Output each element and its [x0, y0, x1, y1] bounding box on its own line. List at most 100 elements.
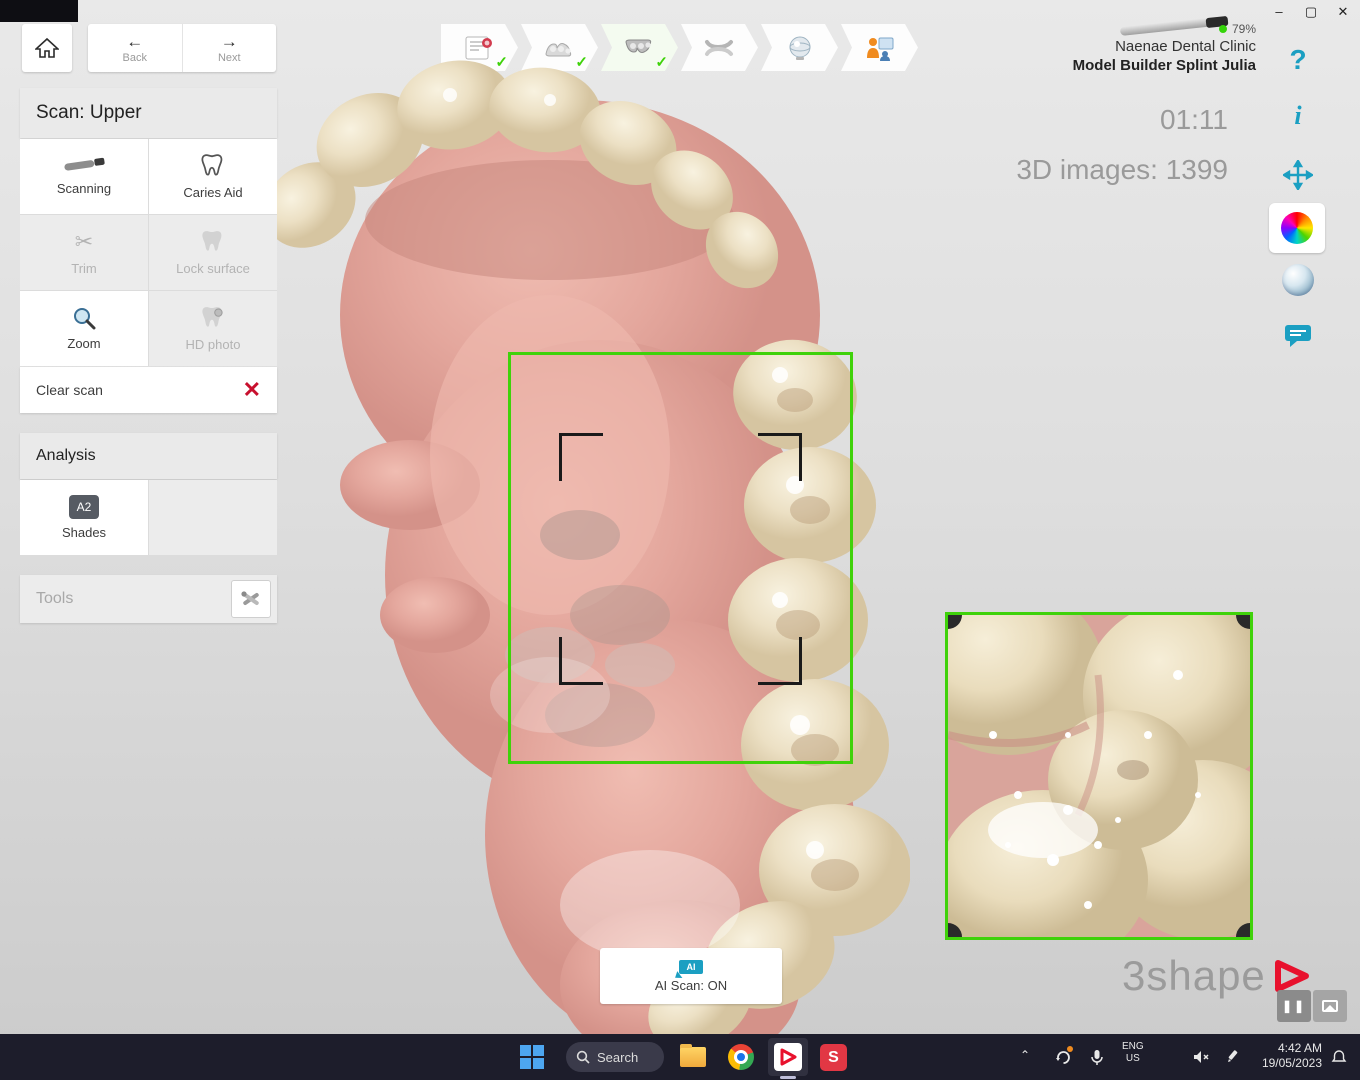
start-button[interactable] [520, 1045, 544, 1069]
update-badge [1067, 1046, 1073, 1052]
hd-photo-icon [200, 305, 226, 331]
focus-bracket-top-right [758, 433, 802, 481]
tools-section: Tools [20, 575, 277, 623]
help-icon: ? [1289, 44, 1306, 76]
zoom-label: Zoom [67, 336, 100, 351]
tray-chevron-icon[interactable]: ⌃ [1020, 1048, 1030, 1062]
3shape-app-button[interactable] [768, 1038, 808, 1076]
feedback-button[interactable] [1278, 316, 1318, 356]
texture-toggle-button[interactable] [1278, 260, 1318, 300]
notification-bell-icon[interactable] [1328, 1046, 1350, 1068]
brand-logo-triangle-icon [1272, 959, 1312, 993]
move-view-button[interactable] [1278, 155, 1318, 195]
next-arrow-icon: → [221, 33, 238, 51]
active-app-indicator [780, 1076, 796, 1079]
clear-scan-button[interactable]: Clear scan ✕ [20, 367, 277, 413]
ai-scan-toggle[interactable]: AI AI Scan: ON [600, 948, 782, 1004]
shades-button[interactable]: A2 Shades [20, 480, 148, 555]
shades-label: Shades [62, 525, 106, 540]
volume-tray-icon[interactable] [1190, 1046, 1212, 1068]
pause-scan-button[interactable]: ❚❚ [1277, 990, 1311, 1022]
back-button[interactable]: ← Back [88, 24, 182, 72]
clear-scan-x-icon: ✕ [243, 379, 261, 401]
ai-scan-label: AI Scan: ON [655, 978, 727, 993]
camera-feed-image [948, 615, 1250, 937]
pause-icon: ❚❚ [1282, 999, 1306, 1013]
scanning-button[interactable]: Scanning [20, 139, 148, 214]
analysis-section-title: Analysis [20, 433, 277, 479]
window-corner [0, 0, 78, 22]
clinic-name: Naenae Dental Clinic [1073, 38, 1256, 55]
clock-date: 19/05/2023 [1262, 1056, 1322, 1071]
back-label: Back [123, 52, 147, 64]
app-window: { "window": { "minimize": "–", "maximize… [0, 0, 1360, 1080]
zoom-magnifier-icon [72, 306, 96, 330]
focus-bracket-bottom-left [559, 637, 603, 685]
3shape-app-icon [774, 1043, 802, 1071]
panel-title: Scan: Upper [20, 88, 277, 138]
clock-time: 4:42 AM [1262, 1041, 1322, 1056]
pen-tray-icon[interactable] [1222, 1046, 1244, 1068]
brand-logo-text: 3shape [1122, 952, 1266, 1000]
lock-surface-label: Lock surface [176, 261, 250, 276]
s-app-button[interactable]: S [820, 1044, 847, 1071]
ai-scan-icon: AI [679, 960, 703, 974]
scanner-battery-icon [1219, 25, 1227, 33]
chat-bubble-icon [1283, 323, 1313, 349]
focus-bracket-bottom-right [758, 637, 802, 685]
taskbar-clock[interactable]: 4:42 AM 19/05/2023 [1262, 1041, 1322, 1071]
snapshot-icon [1322, 1000, 1338, 1012]
scan-panel: Scan: Upper Scanning Caries Aid ✂ Trim L… [20, 88, 277, 623]
caries-tooth-icon [200, 153, 226, 179]
scissors-icon: ✂ [75, 229, 93, 255]
next-label: Next [218, 52, 241, 64]
hd-photo-button[interactable]: HD photo [149, 291, 277, 366]
home-icon [35, 37, 59, 59]
taskbar-search[interactable]: Search [566, 1042, 664, 1072]
search-icon [576, 1050, 590, 1064]
case-name: Model Builder Splint Julia [1073, 57, 1256, 74]
language-switcher[interactable]: ENG US [1122, 1041, 1144, 1065]
caries-aid-label: Caries Aid [183, 185, 242, 200]
color-tool-button[interactable] [1269, 203, 1325, 253]
scanner-battery-percent: 79% [1232, 22, 1256, 36]
focus-bracket-top-left [559, 433, 603, 481]
media-controls: ❚❚ [1277, 990, 1347, 1022]
info-icon: i [1294, 101, 1301, 131]
help-button[interactable]: ? [1278, 40, 1318, 80]
taskbar: Search S ⌃ ENG US 4:42 AM 19/05/2023 [0, 1034, 1360, 1080]
trim-button[interactable]: ✂ Trim [20, 215, 148, 290]
scan-timer: 01:11 [1160, 104, 1228, 136]
chrome-button[interactable] [728, 1044, 754, 1070]
nav-card: ← Back → Next [88, 24, 276, 72]
home-button[interactable] [22, 24, 72, 72]
lock-surface-icon [200, 229, 226, 255]
language-top: ENG [1122, 1041, 1144, 1053]
close-button[interactable]: ✕ [1332, 2, 1354, 22]
minimize-button[interactable]: – [1268, 2, 1290, 22]
scanning-label: Scanning [57, 181, 111, 196]
scanner-icon [62, 157, 106, 175]
active-scan-frame [508, 352, 853, 764]
info-button[interactable]: i [1278, 96, 1318, 136]
case-info: 79% Naenae Dental Clinic Model Builder S… [1073, 22, 1256, 74]
sphere-icon [1282, 264, 1314, 296]
clear-scan-label: Clear scan [36, 382, 103, 398]
tools-button[interactable] [231, 580, 271, 618]
update-tray-icon[interactable] [1052, 1046, 1074, 1068]
hd-photo-label: HD photo [186, 337, 241, 352]
caries-aid-button[interactable]: Caries Aid [149, 139, 277, 214]
snapshot-button[interactable] [1313, 990, 1347, 1022]
file-explorer-button[interactable] [680, 1047, 706, 1067]
back-arrow-icon: ← [126, 33, 143, 51]
language-bottom: US [1122, 1053, 1144, 1065]
color-wheel-icon [1281, 212, 1313, 244]
search-label: Search [597, 1050, 638, 1065]
trim-label: Trim [71, 261, 97, 276]
maximize-button[interactable]: ▢ [1300, 2, 1322, 22]
scan-image-count: 3D images: 1399 [1016, 154, 1228, 186]
lock-surface-button[interactable]: Lock surface [149, 215, 277, 290]
microphone-tray-icon[interactable] [1086, 1046, 1108, 1068]
live-camera-preview [945, 612, 1253, 940]
zoom-button[interactable]: Zoom [20, 291, 148, 366]
